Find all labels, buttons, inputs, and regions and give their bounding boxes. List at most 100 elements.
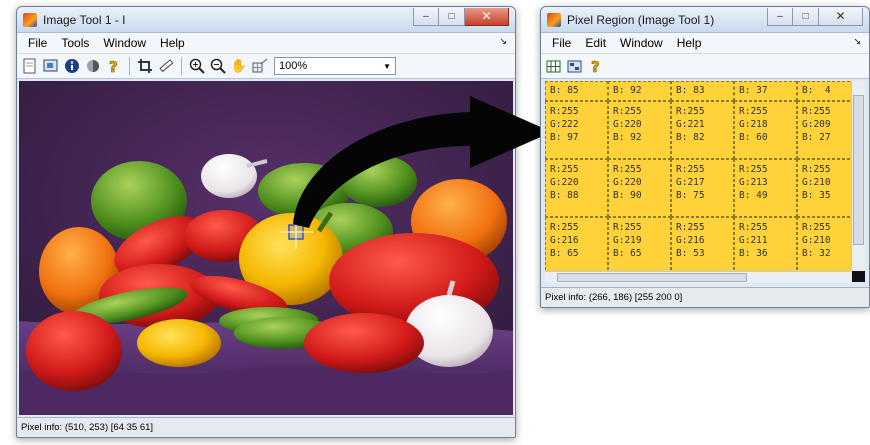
pixel-red-value: R:255 bbox=[676, 222, 705, 233]
horizontal-scrollbar[interactable] bbox=[545, 271, 851, 283]
pixel-red-value: R:255 bbox=[550, 106, 579, 117]
image-canvas[interactable] bbox=[19, 81, 513, 415]
pixel-green-value: G:218 bbox=[739, 119, 768, 130]
zoom-in-icon[interactable] bbox=[188, 57, 206, 75]
dock-arrow-icon[interactable]: ↘ bbox=[853, 36, 861, 47]
pixel-green-value: G:213 bbox=[739, 177, 768, 188]
minimize-button[interactable]: – bbox=[767, 7, 793, 26]
horizontal-scroll-thumb[interactable] bbox=[557, 273, 747, 282]
pixel-blue-value: B: 83 bbox=[676, 85, 705, 96]
help-icon[interactable]: ? bbox=[587, 57, 605, 75]
dock-arrow-icon[interactable]: ↘ bbox=[499, 36, 507, 47]
image-tool-title: Image Tool 1 - I bbox=[43, 12, 126, 27]
toolbar-separator bbox=[129, 57, 130, 75]
image-tool-titlebar[interactable]: Image Tool 1 - I – □ ✕ bbox=[17, 7, 515, 33]
menu-edit[interactable]: Edit bbox=[578, 36, 613, 50]
close-button[interactable]: ✕ bbox=[465, 7, 509, 26]
pixel-red-value: R:255 bbox=[802, 222, 831, 233]
pixel-red-value: R:255 bbox=[613, 106, 642, 117]
pixel-blue-value: B: 49 bbox=[739, 190, 768, 201]
pixel-cell: R:255 G:216 B: 65 bbox=[545, 217, 608, 271]
pan-hand-icon[interactable]: ✋ bbox=[230, 57, 248, 75]
pixel-blue-value: B: 75 bbox=[676, 190, 705, 201]
measure-distance-icon[interactable] bbox=[157, 57, 175, 75]
pixel-cell: R:255 G:210 B: 35 bbox=[797, 159, 851, 217]
pixel-blue-value: B: 88 bbox=[550, 190, 579, 201]
pixel-blue-value: B: 82 bbox=[676, 132, 705, 143]
pixel-blue-value: B: 65 bbox=[613, 248, 642, 259]
matlab-icon bbox=[547, 12, 561, 27]
pixel-region-statusbar: Pixel info: (266, 186) [255 200 0] bbox=[541, 287, 869, 307]
pixel-blue-value: B: 92 bbox=[613, 85, 642, 96]
svg-text:?: ? bbox=[591, 58, 600, 74]
pixel-value-grid[interactable]: B: 85 B: 92 B: 83 B: 37 B: 4 R:255 G:222 B: 97 R… bbox=[545, 81, 851, 271]
close-button[interactable]: ✕ bbox=[819, 7, 863, 26]
pixel-values-icon[interactable] bbox=[566, 57, 584, 75]
vertical-scrollbar[interactable] bbox=[851, 81, 865, 271]
menu-tools[interactable]: Tools bbox=[54, 36, 96, 50]
pixel-green-value: G:209 bbox=[802, 119, 831, 130]
info-icon[interactable] bbox=[63, 57, 81, 75]
pixel-region-icon[interactable] bbox=[251, 57, 269, 75]
scrollbar-corner bbox=[852, 271, 865, 282]
pixel-green-value: G:216 bbox=[550, 235, 579, 246]
pixel-blue-value: B: 92 bbox=[613, 132, 642, 143]
pixel-region-window: Pixel Region (Image Tool 1) – □ ✕ File E… bbox=[540, 6, 870, 308]
pixel-green-value: G:210 bbox=[802, 177, 831, 188]
pixel-green-value: G:220 bbox=[613, 119, 642, 130]
menu-help[interactable]: Help bbox=[153, 36, 192, 50]
pixel-cell: R:255 G:220 B: 92 bbox=[608, 101, 671, 159]
image-tool-menubar: File Tools Window Help ↘ bbox=[17, 33, 515, 53]
menu-file[interactable]: File bbox=[545, 36, 578, 50]
pixel-green-value: G:221 bbox=[676, 119, 705, 130]
pixel-info-text: Pixel info: (510, 253) [64 35 61] bbox=[21, 422, 154, 433]
pixel-green-value: G:219 bbox=[613, 235, 642, 246]
pixel-red-value: R:255 bbox=[802, 106, 831, 117]
pixel-blue-value: B: 60 bbox=[739, 132, 768, 143]
toolbar-separator bbox=[181, 57, 182, 75]
pixel-info-text: Pixel info: (266, 186) [255 200 0] bbox=[545, 292, 683, 303]
menu-window[interactable]: Window bbox=[96, 36, 153, 50]
pixel-cell: B: 85 bbox=[545, 81, 608, 101]
image-tool-window: Image Tool 1 - I – □ ✕ File Tools Window… bbox=[16, 6, 516, 438]
svg-text:?: ? bbox=[109, 58, 118, 74]
help-icon[interactable]: ? bbox=[105, 57, 123, 75]
crop-icon[interactable] bbox=[136, 57, 154, 75]
pixel-green-value: G:211 bbox=[739, 235, 768, 246]
menu-help[interactable]: Help bbox=[670, 36, 709, 50]
pixel-region-menubar: File Edit Window Help ↘ bbox=[541, 33, 869, 53]
pixel-green-value: G:220 bbox=[550, 177, 579, 188]
pixel-red-value: R:255 bbox=[802, 164, 831, 175]
pixel-cell: R:255 G:221 B: 82 bbox=[671, 101, 734, 159]
menu-window[interactable]: Window bbox=[613, 36, 670, 50]
new-figure-icon[interactable] bbox=[21, 57, 39, 75]
pixel-red-value: R:255 bbox=[739, 222, 768, 233]
maximize-button[interactable]: □ bbox=[793, 7, 819, 26]
pixel-grid-icon[interactable] bbox=[545, 57, 563, 75]
vertical-scroll-thumb[interactable] bbox=[853, 95, 864, 245]
image-tool-statusbar: Pixel info: (510, 253) [64 35 61] bbox=[17, 417, 515, 437]
menu-file[interactable]: File bbox=[21, 36, 54, 50]
pixel-cell: B: 83 bbox=[671, 81, 734, 101]
pixel-cell: R:255 G:220 B: 88 bbox=[545, 159, 608, 217]
dropdown-arrow-icon: ▼ bbox=[383, 61, 391, 71]
pixel-green-value: G:210 bbox=[802, 235, 831, 246]
pixel-green-value: G:220 bbox=[613, 177, 642, 188]
minimize-button[interactable]: – bbox=[413, 7, 439, 26]
pixel-red-value: R:255 bbox=[739, 164, 768, 175]
zoom-level-combo[interactable]: 100% ▼ bbox=[274, 57, 396, 75]
zoom-out-icon[interactable] bbox=[209, 57, 227, 75]
maximize-button[interactable]: □ bbox=[439, 7, 465, 26]
pixel-blue-value: B: 85 bbox=[550, 85, 579, 96]
contrast-icon[interactable] bbox=[84, 57, 102, 75]
pixel-red-value: R:255 bbox=[739, 106, 768, 117]
pixel-cell: R:255 G:213 B: 49 bbox=[734, 159, 797, 217]
pixel-cell: R:255 G:220 B: 90 bbox=[608, 159, 671, 217]
pixel-blue-value: B: 53 bbox=[676, 248, 705, 259]
pixel-red-value: R:255 bbox=[613, 164, 642, 175]
pixel-cell: B: 37 bbox=[734, 81, 797, 101]
pixel-region-toolbar: ? bbox=[541, 53, 869, 79]
overview-icon[interactable] bbox=[42, 57, 60, 75]
pixel-blue-value: B: 97 bbox=[550, 132, 579, 143]
pixel-region-titlebar[interactable]: Pixel Region (Image Tool 1) – □ ✕ bbox=[541, 7, 869, 33]
